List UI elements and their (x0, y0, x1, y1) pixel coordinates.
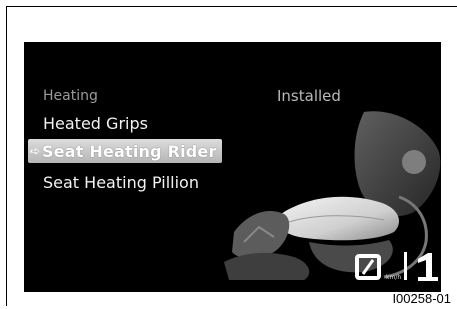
menu-item-label: Seat Heating Rider (42, 141, 217, 161)
menu-item-seat-heating-rider[interactable]: ➪ Seat Heating Rider (28, 139, 222, 163)
menu-item-heated-grips[interactable]: Heated Grips (43, 114, 148, 133)
menu-item-seat-heating-pillion[interactable]: Seat Heating Pillion (43, 173, 199, 192)
dashboard-screen: Heating Installed Heated Grips ➪ Seat He… (24, 42, 441, 292)
speed-readout: 0 (355, 254, 381, 280)
manual-figure: Heating Installed Heated Grips ➪ Seat He… (0, 0, 457, 309)
svg-text:0: 0 (368, 269, 369, 271)
figure-code: I00258-01 (392, 291, 451, 306)
gear-readout: 1 (418, 253, 438, 281)
figure-frame-left (6, 6, 7, 306)
pointer-arrow-icon: ➪ (29, 144, 41, 158)
menu-heading: Heating (43, 88, 98, 104)
display-divider (404, 252, 407, 280)
figure-frame-top (6, 6, 457, 7)
speed-unit-label: km/h (386, 274, 402, 281)
